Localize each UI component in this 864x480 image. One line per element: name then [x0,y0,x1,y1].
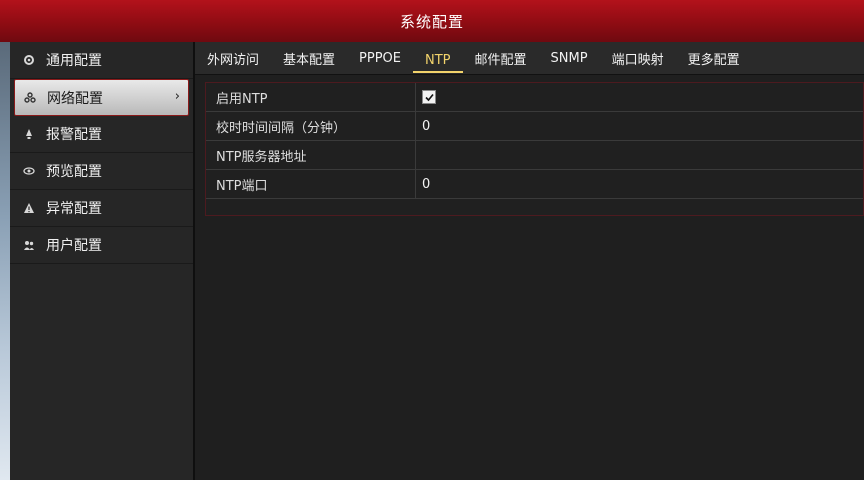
form-row-ntp-port: NTP端口 0 [206,170,863,199]
network-icon [23,91,37,105]
sidebar-item-label: 用户配置 [46,238,102,254]
sidebar-item-alarm[interactable]: 报警配置 [10,116,193,153]
sidebar: 通用配置 网络配置 › 报警配置 预览配置 异常配置 用户配置 [10,42,195,480]
desktop-background-strip [0,42,10,480]
tab-snmp[interactable]: SNMP [539,42,600,74]
tab-ntp[interactable]: NTP [413,49,463,73]
ntp-server-label: NTP服务器地址 [206,141,416,169]
checkmark-icon [424,93,434,101]
sidebar-item-users[interactable]: 用户配置 [10,227,193,264]
tab-bar: 外网访问 基本配置 PPPOE NTP 邮件配置 SNMP 端口映射 更多配置 [195,42,864,75]
sync-interval-input[interactable]: 0 [416,119,430,134]
tab-more-config[interactable]: 更多配置 [676,42,752,74]
ntp-port-label: NTP端口 [206,170,416,198]
tab-email-config[interactable]: 邮件配置 [463,42,539,74]
sidebar-item-label: 网络配置 [47,90,103,107]
title-bar: 系统配置 [0,0,864,43]
form-row-ntp-server: NTP服务器地址 [206,141,863,170]
tab-basic-config[interactable]: 基本配置 [271,42,347,74]
sidebar-item-label: 异常配置 [46,201,102,217]
sync-interval-label: 校时时间间隔（分钟） [206,112,416,140]
sidebar-item-general[interactable]: 通用配置 [10,42,193,79]
sidebar-item-exception[interactable]: 异常配置 [10,190,193,227]
chevron-right-icon: › [174,89,180,104]
sidebar-item-label: 报警配置 [46,127,102,143]
window-title: 系统配置 [399,13,464,31]
enable-ntp-checkbox[interactable] [422,90,436,104]
main-panel: 外网访问 基本配置 PPPOE NTP 邮件配置 SNMP 端口映射 更多配置 … [195,42,864,480]
tab-external-access[interactable]: 外网访问 [195,42,271,74]
sidebar-item-network[interactable]: 网络配置 › [14,79,189,116]
users-icon [22,238,36,252]
sidebar-item-label: 预览配置 [46,164,102,180]
form-row-sync-interval: 校时时间间隔（分钟） 0 [206,112,863,141]
enable-ntp-label: 启用NTP [206,83,416,111]
gear-icon [22,53,36,67]
eye-icon [22,164,36,178]
ntp-port-input[interactable]: 0 [416,177,430,192]
form-row-enable-ntp: 启用NTP [206,83,863,112]
ntp-settings-form: 启用NTP 校时时间间隔（分钟） 0 NTP服务器地址 NTP端口 0 [205,82,864,216]
warning-icon [22,201,36,215]
tab-pppoe[interactable]: PPPOE [347,42,413,74]
sidebar-item-label: 通用配置 [46,53,102,69]
sidebar-item-preview[interactable]: 预览配置 [10,153,193,190]
tab-port-mapping[interactable]: 端口映射 [600,42,676,74]
bell-icon [22,127,36,141]
